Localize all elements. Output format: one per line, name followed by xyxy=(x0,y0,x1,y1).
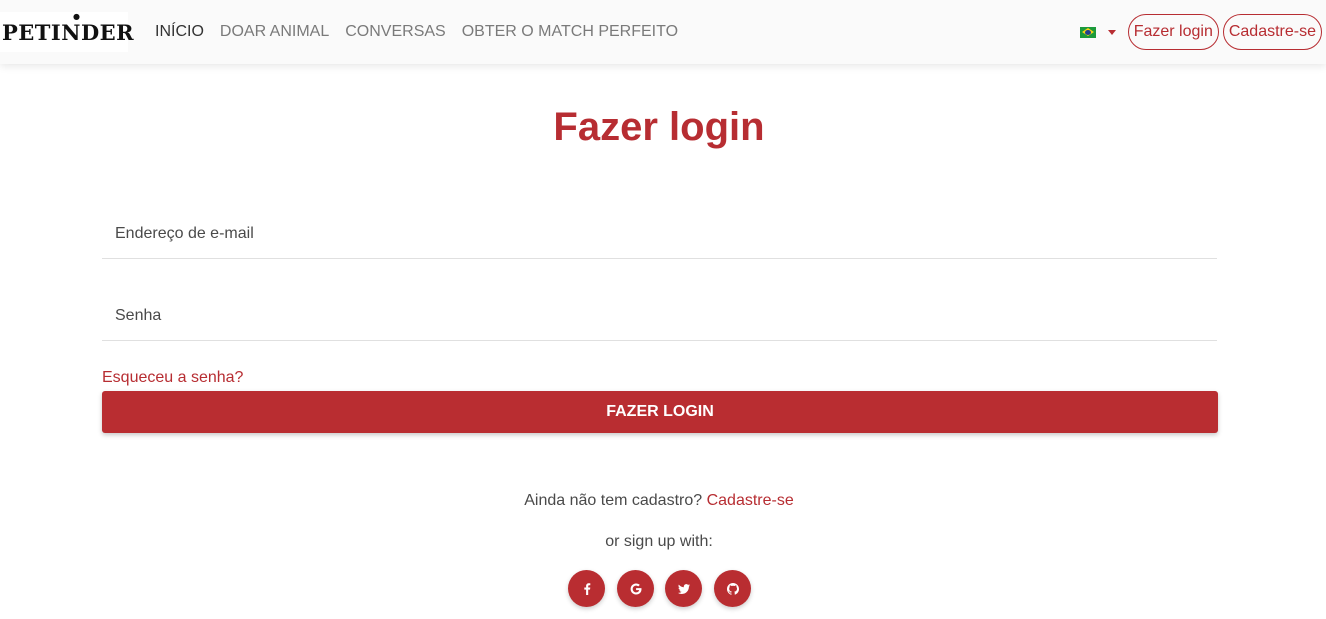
social-caption: or sign up with: xyxy=(605,533,713,550)
password-input[interactable] xyxy=(102,291,1217,340)
password-field xyxy=(102,291,1217,341)
brand-name: PETINDER xyxy=(2,19,135,45)
facebook-icon xyxy=(583,582,590,595)
nav-register-button[interactable]: Cadastre-se xyxy=(1222,14,1322,50)
email-field xyxy=(102,209,1217,259)
language-dropdown[interactable] xyxy=(1079,26,1116,38)
page-title: Fazer login xyxy=(553,105,765,149)
brand-logo[interactable]: PETINDER ● xyxy=(0,11,134,52)
top-navbar: PETINDER ● INÍCIO DOAR ANIMAL CONVERSAS … xyxy=(0,0,1326,64)
forgot-password-link[interactable]: Esqueceu a senha? xyxy=(102,369,243,387)
github-icon xyxy=(726,582,739,595)
nav-item-conversas[interactable]: CONVERSAS xyxy=(345,23,445,41)
brazil-flag-icon xyxy=(1079,26,1096,38)
nav-login-button[interactable]: Fazer login xyxy=(1127,14,1219,50)
nav-menu: INÍCIO DOAR ANIMAL CONVERSAS OBTER O MAT… xyxy=(155,0,678,64)
twitter-signup-button[interactable] xyxy=(665,570,702,607)
nav-item-doar-animal[interactable]: DOAR ANIMAL xyxy=(220,23,329,41)
paw-icon: ● xyxy=(73,11,81,21)
nav-item-inicio[interactable]: INÍCIO xyxy=(155,23,204,41)
caret-down-icon xyxy=(1107,29,1116,35)
register-prompt: Ainda não tem cadastro? Cadastre-se xyxy=(0,492,1318,510)
google-signup-button[interactable] xyxy=(617,570,654,607)
email-input[interactable] xyxy=(102,209,1217,258)
nav-actions: Fazer login Cadastre-se xyxy=(1079,13,1322,51)
twitter-icon xyxy=(677,583,690,594)
google-icon xyxy=(630,583,642,594)
facebook-signup-button[interactable] xyxy=(568,570,605,607)
nav-item-match-perfeito[interactable]: OBTER O MATCH PERFEITO xyxy=(462,23,678,41)
login-submit-button[interactable]: FAZER LOGIN xyxy=(102,391,1218,433)
register-link[interactable]: Cadastre-se xyxy=(707,492,794,509)
github-signup-button[interactable] xyxy=(714,570,751,607)
register-prompt-text: Ainda não tem cadastro? xyxy=(524,492,703,509)
